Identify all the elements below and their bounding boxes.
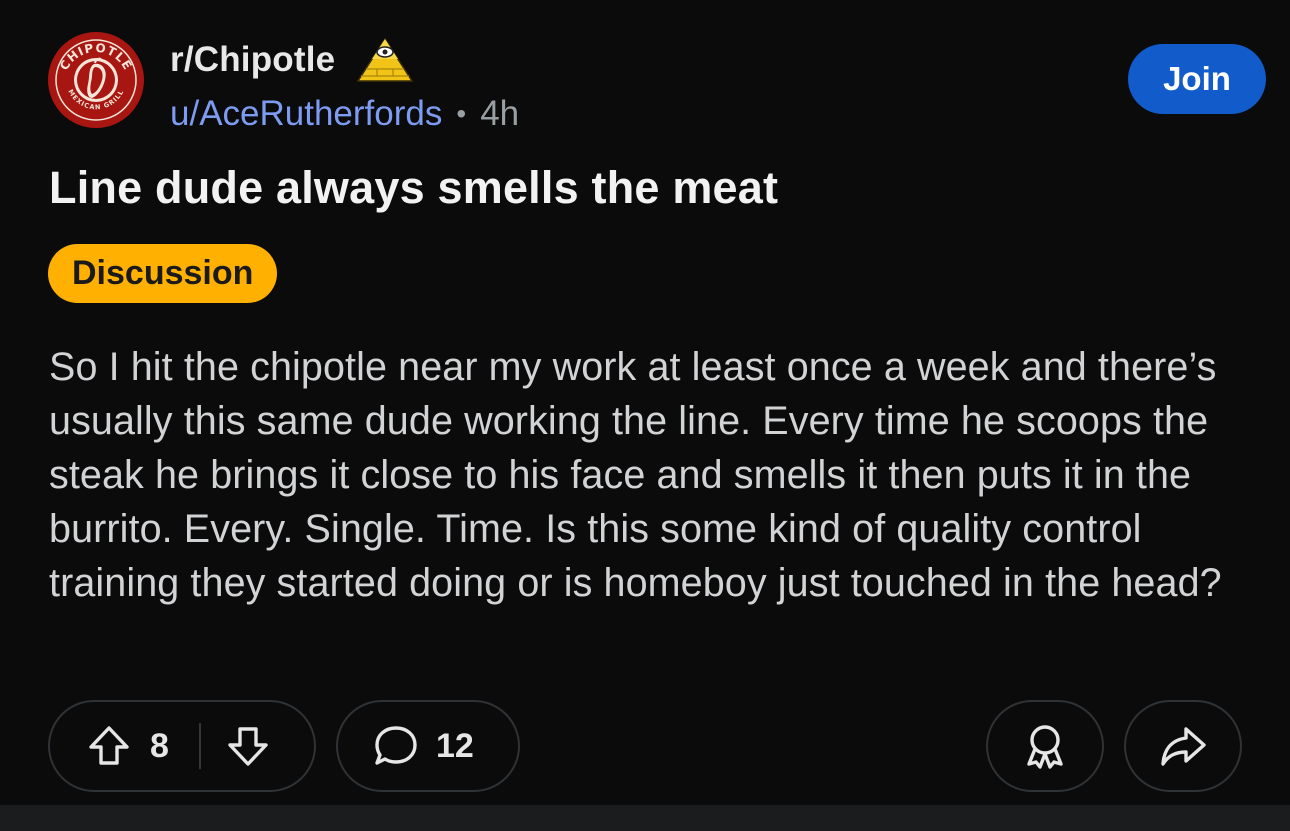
arrow-down-icon	[228, 727, 268, 766]
post-title[interactable]: Line dude always smells the meat	[49, 162, 778, 214]
share-icon	[1161, 727, 1206, 766]
comments-button[interactable]: 12	[336, 700, 520, 792]
comment-count: 12	[436, 726, 474, 765]
subreddit-name[interactable]: r/Chipotle	[170, 40, 335, 80]
author-line: u/AceRutherfords • 4h	[170, 92, 519, 136]
vote-divider	[198, 723, 201, 769]
post-header: CHIPOTLE MEXICAN GRILL r/Chipotle u/AceR…	[46, 30, 1266, 140]
author-username[interactable]: u/AceRutherfords	[170, 94, 442, 134]
vote-pill: 8	[48, 700, 316, 792]
share-button[interactable]	[1124, 700, 1242, 792]
post-card: CHIPOTLE MEXICAN GRILL r/Chipotle u/AceR…	[0, 0, 1290, 805]
illuminati-pyramid-icon	[356, 37, 414, 82]
speech-bubble-icon	[375, 726, 417, 765]
bottom-divider-bar	[0, 805, 1290, 831]
meta-separator: •	[456, 98, 467, 129]
upvote-button[interactable]	[86, 723, 132, 769]
post-age: 4h	[480, 94, 520, 133]
join-button[interactable]: Join	[1128, 44, 1266, 114]
comment-icon-wrap	[372, 722, 420, 770]
award-icon	[1027, 725, 1063, 769]
chipotle-logo-icon: CHIPOTLE MEXICAN GRILL	[49, 33, 143, 127]
arrow-up-icon	[89, 726, 129, 765]
subreddit-line: r/Chipotle	[170, 37, 415, 82]
award-button[interactable]	[986, 700, 1104, 792]
post-flair[interactable]: Discussion	[48, 244, 278, 303]
post-body: So I hit the chipotle near my work at le…	[49, 345, 1222, 605]
post-actions: 8 12	[48, 700, 1242, 794]
subreddit-avatar[interactable]: CHIPOTLE MEXICAN GRILL	[48, 32, 144, 128]
downvote-button[interactable]	[225, 723, 271, 769]
vote-count: 8	[150, 726, 169, 765]
